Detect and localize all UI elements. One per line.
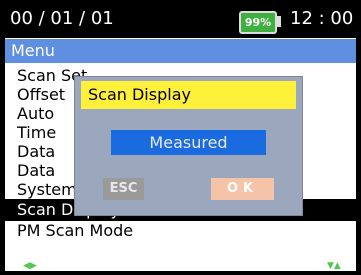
status-bar: 00 / 01 / 01 99% 12 : 00 <box>5 4 356 38</box>
menu-item-pm-scan-mode[interactable]: PM Scan Mode <box>5 221 356 240</box>
date-display: 00 / 01 / 01 <box>10 8 114 29</box>
scan-display-value-selector[interactable]: Measured <box>111 130 266 155</box>
esc-button[interactable]: ESC <box>103 178 144 200</box>
left-right-arrows-icon: ◀▶ <box>23 261 37 271</box>
battery-tip <box>277 16 281 27</box>
ok-button[interactable]: OK <box>211 178 274 200</box>
menu-header: Menu <box>5 39 356 63</box>
device-screen: 00 / 01 / 01 99% 12 : 00 Menu Scan Set O… <box>5 4 356 271</box>
scan-display-dialog: Scan Display Measured ESC OK <box>74 76 303 216</box>
battery-icon: 99% <box>239 11 277 34</box>
dialog-title: Scan Display <box>81 81 296 109</box>
up-down-arrows-icon: ▼▲ <box>327 261 341 271</box>
clock-display: 12 : 00 <box>290 8 354 29</box>
